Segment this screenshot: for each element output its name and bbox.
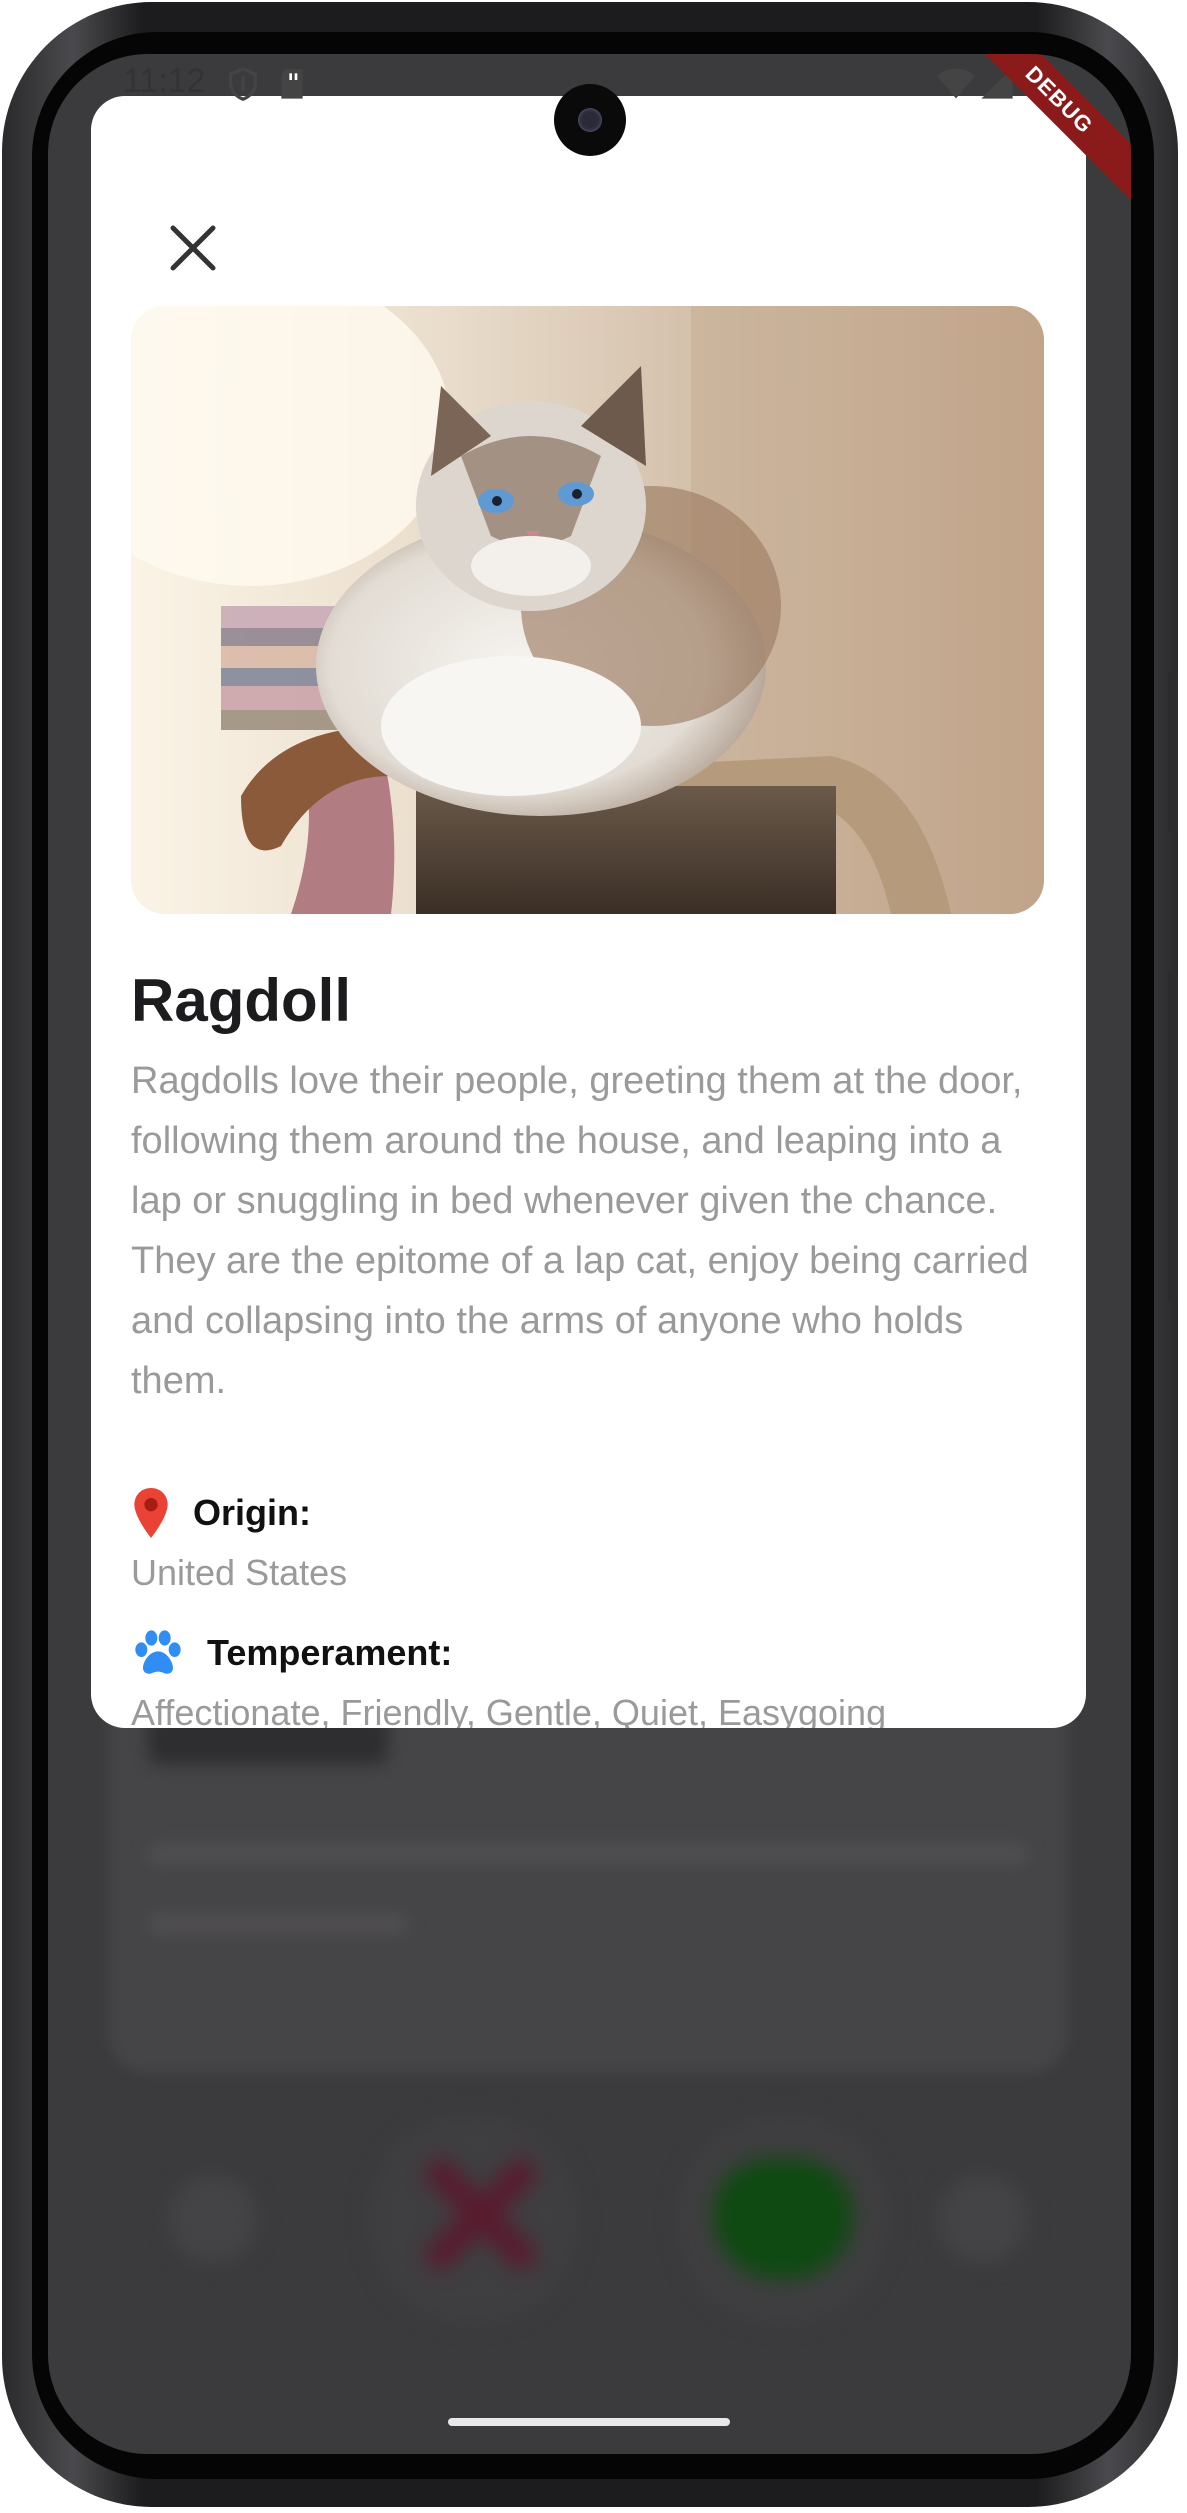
origin-label: Origin: [193,1492,311,1533]
background-info-button [938,2174,1028,2264]
front-camera [554,84,626,156]
temperament-value: Affectionate, Friendly, Gentle, Quiet, E… [131,1692,887,1728]
location-pin-icon [134,1488,168,1538]
power-button [1168,972,1178,1302]
temperament-row: Temperament: [131,1628,452,1678]
screen: Ragdoll Ragdolls love their people, gree… [48,54,1131,2454]
status-bar: 11:12 [48,54,1131,156]
background-like-icon [713,2159,853,2279]
background-text-line [148,1914,408,1934]
origin-row: Origin: [131,1486,311,1540]
sd-card-icon [281,69,303,99]
volume-button [1168,672,1178,832]
breed-name: Ragdoll [131,967,351,1034]
background-rewind-button [168,2174,258,2264]
cat-photo [131,306,1044,914]
close-button[interactable] [165,220,221,276]
breed-description: Ragdolls love their people, greeting the… [131,1060,1029,1402]
shield-icon [228,66,258,102]
close-icon [170,225,216,271]
paw-icon [135,1630,181,1674]
origin-value: United States [131,1552,348,1593]
wifi-icon [936,68,976,99]
status-time: 11:12 [123,62,206,100]
home-indicator[interactable] [448,2418,730,2426]
temperament-label: Temperament: [207,1632,453,1673]
breed-detail-dialog: Ragdoll Ragdolls love their people, gree… [91,96,1086,1728]
background-dislike-icon [408,2144,548,2284]
background-text-line [148,1844,1028,1864]
